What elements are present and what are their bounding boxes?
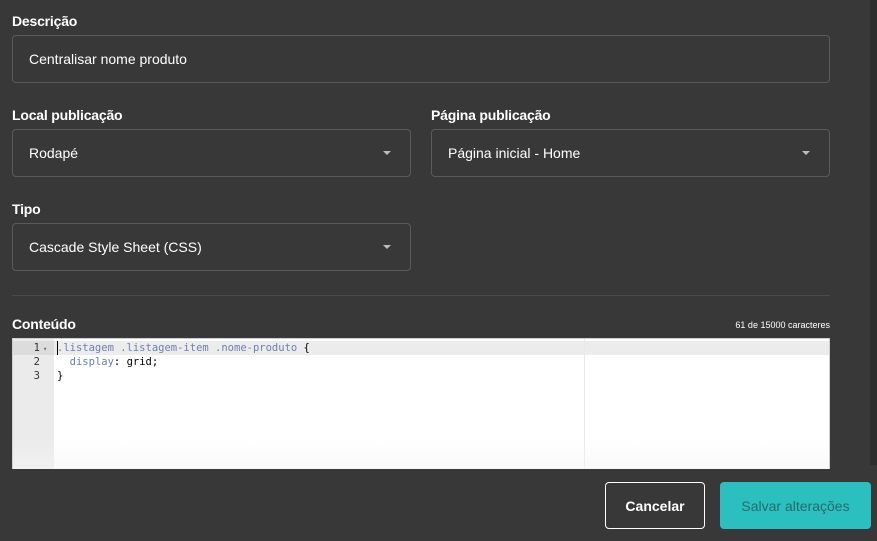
- line-number: 1: [33, 342, 40, 354]
- scrollbar[interactable]: [870, 0, 877, 465]
- chevron-down-icon: [383, 245, 391, 249]
- descricao-input-value: Centralisar nome produto: [29, 51, 187, 67]
- conteudo-label: Conteúdo: [12, 316, 76, 332]
- code-line: .listagem .listagem-item .nome-produto {: [57, 341, 310, 355]
- save-button[interactable]: Salvar alterações: [720, 482, 871, 529]
- char-count: 61 de 15000 caracteres: [735, 320, 830, 330]
- pagina-publicacao-select[interactable]: Página inicial - Home: [431, 129, 830, 177]
- code-line: }: [57, 369, 63, 383]
- cancel-button[interactable]: Cancelar: [605, 482, 705, 529]
- descricao-label: Descrição: [12, 13, 78, 29]
- editor-fade: [13, 439, 829, 469]
- divider: [12, 295, 830, 296]
- code-editor[interactable]: 1 ▾ 2 3 .listagem .listagem-item .nome-p…: [12, 338, 830, 469]
- css-value: : grid;: [113, 356, 159, 368]
- local-publicacao-value: Rodapé: [29, 145, 79, 161]
- code-brace: }: [57, 370, 64, 382]
- chevron-down-icon: [383, 151, 391, 155]
- pagina-publicacao-label: Página publicação: [431, 107, 551, 123]
- tipo-value: Cascade Style Sheet (CSS): [29, 239, 202, 255]
- code-line: display: grid;: [57, 355, 159, 369]
- css-property: display: [69, 356, 114, 368]
- descricao-input[interactable]: Centralisar nome produto: [12, 35, 830, 83]
- line-number: 3: [33, 370, 40, 382]
- text-cursor: [57, 341, 58, 355]
- tipo-select[interactable]: Cascade Style Sheet (CSS): [12, 223, 411, 271]
- fold-icon[interactable]: ▾: [43, 342, 47, 356]
- local-publicacao-select[interactable]: Rodapé: [12, 129, 411, 177]
- local-publicacao-label: Local publicação: [12, 107, 123, 123]
- code-brace: {: [297, 342, 310, 354]
- tipo-label: Tipo: [12, 201, 41, 217]
- css-selector: .listagem .listagem-item .nome-produto: [57, 342, 298, 354]
- chevron-down-icon: [802, 151, 810, 155]
- pagina-publicacao-value: Página inicial - Home: [448, 145, 581, 161]
- line-number: 2: [33, 356, 40, 368]
